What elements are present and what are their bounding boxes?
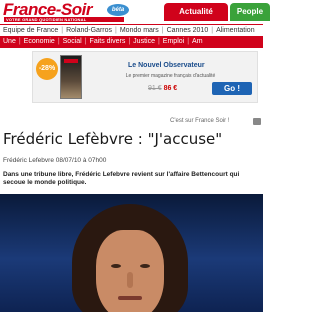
site-header: France-Soir VOTRE GRAND QUOTIDIEN NATION…	[0, 0, 270, 24]
site-logo[interactable]: France-Soir	[3, 1, 92, 18]
nav-item-cannes-2010[interactable]: Cannes 2010	[164, 25, 212, 36]
nav-item-roland-garros[interactable]: Roland-Garros	[63, 25, 115, 36]
nav-item-equipe-de-france[interactable]: Equipe de France	[0, 25, 61, 36]
ad-title: Le Nouvel Observateur	[128, 62, 205, 69]
secondary-nav: Une | Economie | Social | Faits divers | Justice…	[0, 36, 263, 48]
photo-mouth	[118, 296, 142, 300]
old-price: 91 €	[148, 85, 162, 92]
nav-item-alimentation[interactable]: Alimentation	[213, 25, 258, 36]
article-photo	[0, 194, 263, 312]
nav-item-emploi[interactable]: Emploi	[160, 36, 187, 48]
article-lead: Dans une tribune libre, Frédéric Lefebvr…	[3, 171, 240, 186]
magazine-cover-image	[60, 55, 82, 99]
ad-price: 91 € 86 €	[148, 85, 177, 92]
primary-nav: Equipe de France | Roland-Garros | Mondo mar…	[0, 24, 263, 36]
nav-item-mondo-mars[interactable]: Mondo mars	[117, 25, 162, 36]
ad-banner[interactable]: -28% Le Nouvel Observateur Le premier ma…	[32, 51, 258, 103]
nav-item-une[interactable]: Une	[0, 36, 19, 48]
discount-badge: -28%	[36, 58, 58, 80]
beta-badge: béta	[107, 4, 129, 16]
nav-item-economie[interactable]: Economie	[21, 36, 58, 48]
nav-item-justice[interactable]: Justice	[130, 36, 158, 48]
print-icon[interactable]	[253, 118, 261, 125]
nav-item-am[interactable]: Am	[189, 36, 206, 48]
article-headline: Frédéric Lefèbvre : "J'accuse"	[3, 130, 223, 148]
tab-people[interactable]: People	[230, 3, 270, 21]
photo-eye	[140, 264, 150, 268]
site-tagline: VOTRE GRAND QUOTIDIEN NATIONAL	[4, 17, 124, 22]
nav-item-faits-divers[interactable]: Faits divers	[87, 36, 129, 48]
nav-item-social[interactable]: Social	[60, 36, 85, 48]
share-label: C'est sur France Soir !	[170, 118, 230, 124]
ad-subtitle: Le premier magazine français d'actualité	[125, 73, 216, 79]
article-byline: Frédéric Lefebvre 08/07/10 à 07h00	[3, 157, 107, 164]
photo-nose	[127, 272, 133, 288]
new-price: 86 €	[163, 85, 178, 92]
photo-eye	[111, 264, 121, 268]
go-button[interactable]: Go !	[212, 82, 252, 95]
tab-actualite[interactable]: Actualité	[164, 3, 228, 21]
